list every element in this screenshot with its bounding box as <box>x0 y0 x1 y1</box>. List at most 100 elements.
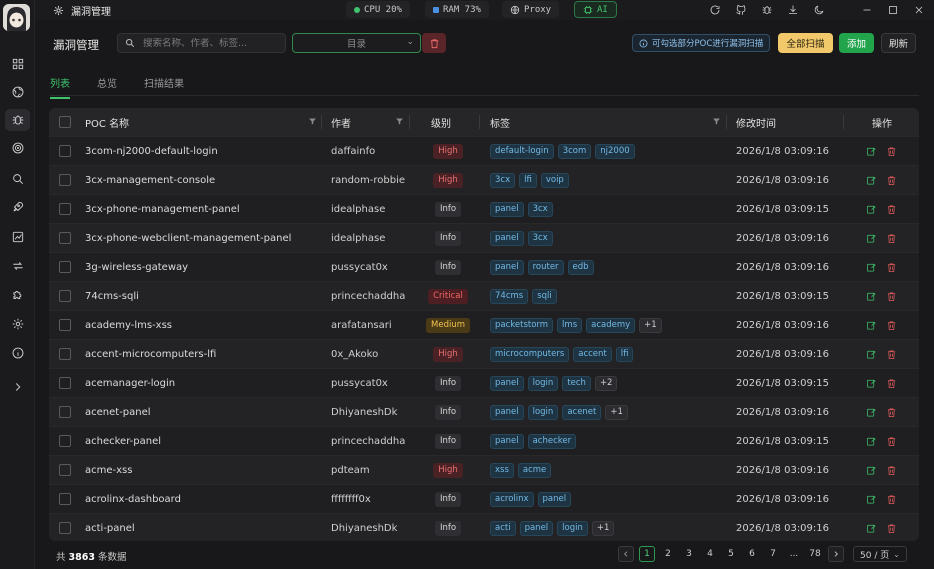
delete-icon[interactable] <box>886 378 897 389</box>
delete-directory-button[interactable] <box>422 33 446 53</box>
sidebar-item-puzzle[interactable] <box>5 284 30 306</box>
column-modified[interactable]: 修改时间 <box>736 108 776 136</box>
sidebar-item-target[interactable] <box>5 137 30 159</box>
delete-icon[interactable] <box>886 465 897 476</box>
row-checkbox[interactable] <box>59 464 71 476</box>
edit-icon[interactable] <box>866 204 877 215</box>
edit-icon[interactable] <box>866 523 877 534</box>
delete-icon[interactable] <box>886 175 897 186</box>
table-row[interactable]: accent-microcomputers-lfi 0x_Akoko High mic… <box>49 339 919 368</box>
row-checkbox[interactable] <box>59 348 71 360</box>
github-icon[interactable] <box>734 3 748 17</box>
table-row[interactable]: acme-xss pdteam High xss acme 2026/1/8 03:09:… <box>49 455 919 484</box>
row-checkbox[interactable] <box>59 522 71 534</box>
delete-icon[interactable] <box>886 204 897 215</box>
filter-icon[interactable] <box>308 117 317 126</box>
table-row[interactable]: acrolinx-dashboard ffffffff0x Info acrolinx… <box>49 484 919 513</box>
search-box[interactable] <box>117 33 286 53</box>
directory-select[interactable]: 目录 ⌄ <box>292 33 421 53</box>
edit-icon[interactable] <box>866 378 877 389</box>
page-button[interactable]: 2 <box>660 546 676 562</box>
download-icon[interactable] <box>786 3 800 17</box>
delete-icon[interactable] <box>886 349 897 360</box>
sidebar-item-rocket[interactable] <box>5 196 30 218</box>
delete-icon[interactable] <box>886 407 897 418</box>
prev-page-button[interactable] <box>618 546 634 562</box>
row-checkbox[interactable] <box>59 261 71 273</box>
row-checkbox[interactable] <box>59 232 71 244</box>
page-button[interactable]: 7 <box>765 546 781 562</box>
next-page-button[interactable] <box>828 546 844 562</box>
theme-moon-icon[interactable] <box>812 3 826 17</box>
add-button[interactable]: 添加 <box>839 33 874 53</box>
sidebar-item-transfer[interactable] <box>5 255 30 277</box>
proxy-toggle[interactable]: Proxy <box>502 1 560 18</box>
page-button[interactable]: 4 <box>702 546 718 562</box>
table-row[interactable]: 3cx-phone-webclient-management-panel idea… <box>49 223 919 252</box>
row-checkbox[interactable] <box>59 203 71 215</box>
edit-icon[interactable] <box>866 349 877 360</box>
row-checkbox[interactable] <box>59 145 71 157</box>
minimize-icon[interactable] <box>860 3 874 17</box>
sidebar-item-info[interactable] <box>5 342 30 364</box>
refresh-button[interactable]: 刷新 <box>881 33 916 53</box>
delete-icon[interactable] <box>886 262 897 273</box>
row-checkbox[interactable] <box>59 290 71 302</box>
table-row[interactable]: 3com-nj2000-default-login daffainfo High de… <box>49 136 919 165</box>
edit-icon[interactable] <box>866 436 877 447</box>
page-button[interactable]: 6 <box>744 546 760 562</box>
filter-icon[interactable] <box>395 117 404 126</box>
close-icon[interactable] <box>912 3 926 17</box>
page-size-select[interactable]: 50 / 页 ⌄ <box>853 546 907 562</box>
delete-icon[interactable] <box>886 320 897 331</box>
table-row[interactable]: acemanager-login pussycat0x Info panel login… <box>49 368 919 397</box>
edit-icon[interactable] <box>866 465 877 476</box>
search-input[interactable] <box>143 37 278 49</box>
page-button[interactable]: 1 <box>639 546 655 562</box>
delete-icon[interactable] <box>886 494 897 505</box>
page-button[interactable]: 78 <box>807 546 823 562</box>
row-checkbox[interactable] <box>59 493 71 505</box>
bug-report-icon[interactable] <box>760 3 774 17</box>
sidebar-item-bug[interactable] <box>5 109 30 131</box>
edit-icon[interactable] <box>866 175 877 186</box>
filter-icon[interactable] <box>712 117 721 126</box>
sidebar-item-chevron-right[interactable] <box>5 376 30 398</box>
table-row[interactable]: acenet-panel DhiyaneshDk Info panel login ace… <box>49 397 919 426</box>
table-row[interactable]: 3cx-phone-management-panel idealphase Info… <box>49 194 919 223</box>
table-row[interactable]: acti-panel DhiyaneshDk Info acti panel login +… <box>49 513 919 541</box>
delete-icon[interactable] <box>886 436 897 447</box>
scan-all-button[interactable]: 全部扫描 <box>778 33 833 53</box>
sidebar-item-globe[interactable] <box>5 81 30 103</box>
sidebar-item-grid[interactable] <box>5 53 30 75</box>
table-row[interactable]: achecker-panel princechaddha Info panel ache… <box>49 426 919 455</box>
edit-icon[interactable] <box>866 233 877 244</box>
column-author[interactable]: 作者 <box>331 108 351 136</box>
sidebar-item-chart[interactable] <box>5 226 30 248</box>
delete-icon[interactable] <box>886 146 897 157</box>
edit-icon[interactable] <box>866 262 877 273</box>
more-tags-badge[interactable]: +1 <box>639 317 662 333</box>
table-row[interactable]: academy-lms-xss arafatansari Medium packets… <box>49 310 919 339</box>
delete-icon[interactable] <box>886 291 897 302</box>
row-checkbox[interactable] <box>59 435 71 447</box>
column-severity[interactable]: 级别 <box>431 108 451 136</box>
delete-icon[interactable] <box>886 233 897 244</box>
column-tags[interactable]: 标签 <box>490 108 510 136</box>
page-button[interactable]: 3 <box>681 546 697 562</box>
edit-icon[interactable] <box>866 146 877 157</box>
select-all-checkbox[interactable] <box>59 116 71 128</box>
more-tags-badge[interactable]: +1 <box>591 520 615 536</box>
delete-icon[interactable] <box>886 523 897 534</box>
maximize-icon[interactable] <box>886 3 900 17</box>
column-name[interactable]: POC 名称 <box>85 108 129 136</box>
row-checkbox[interactable] <box>59 174 71 186</box>
page-button[interactable]: 5 <box>723 546 739 562</box>
refresh-icon[interactable] <box>708 3 722 17</box>
more-tags-badge[interactable]: +1 <box>605 404 628 420</box>
table-row[interactable]: 3cx-management-console random-robbie High 3… <box>49 165 919 194</box>
table-row[interactable]: 3g-wireless-gateway pussycat0x Info panel ro… <box>49 252 919 281</box>
edit-icon[interactable] <box>866 291 877 302</box>
ai-toggle[interactable]: AI <box>574 1 617 18</box>
edit-icon[interactable] <box>866 407 877 418</box>
